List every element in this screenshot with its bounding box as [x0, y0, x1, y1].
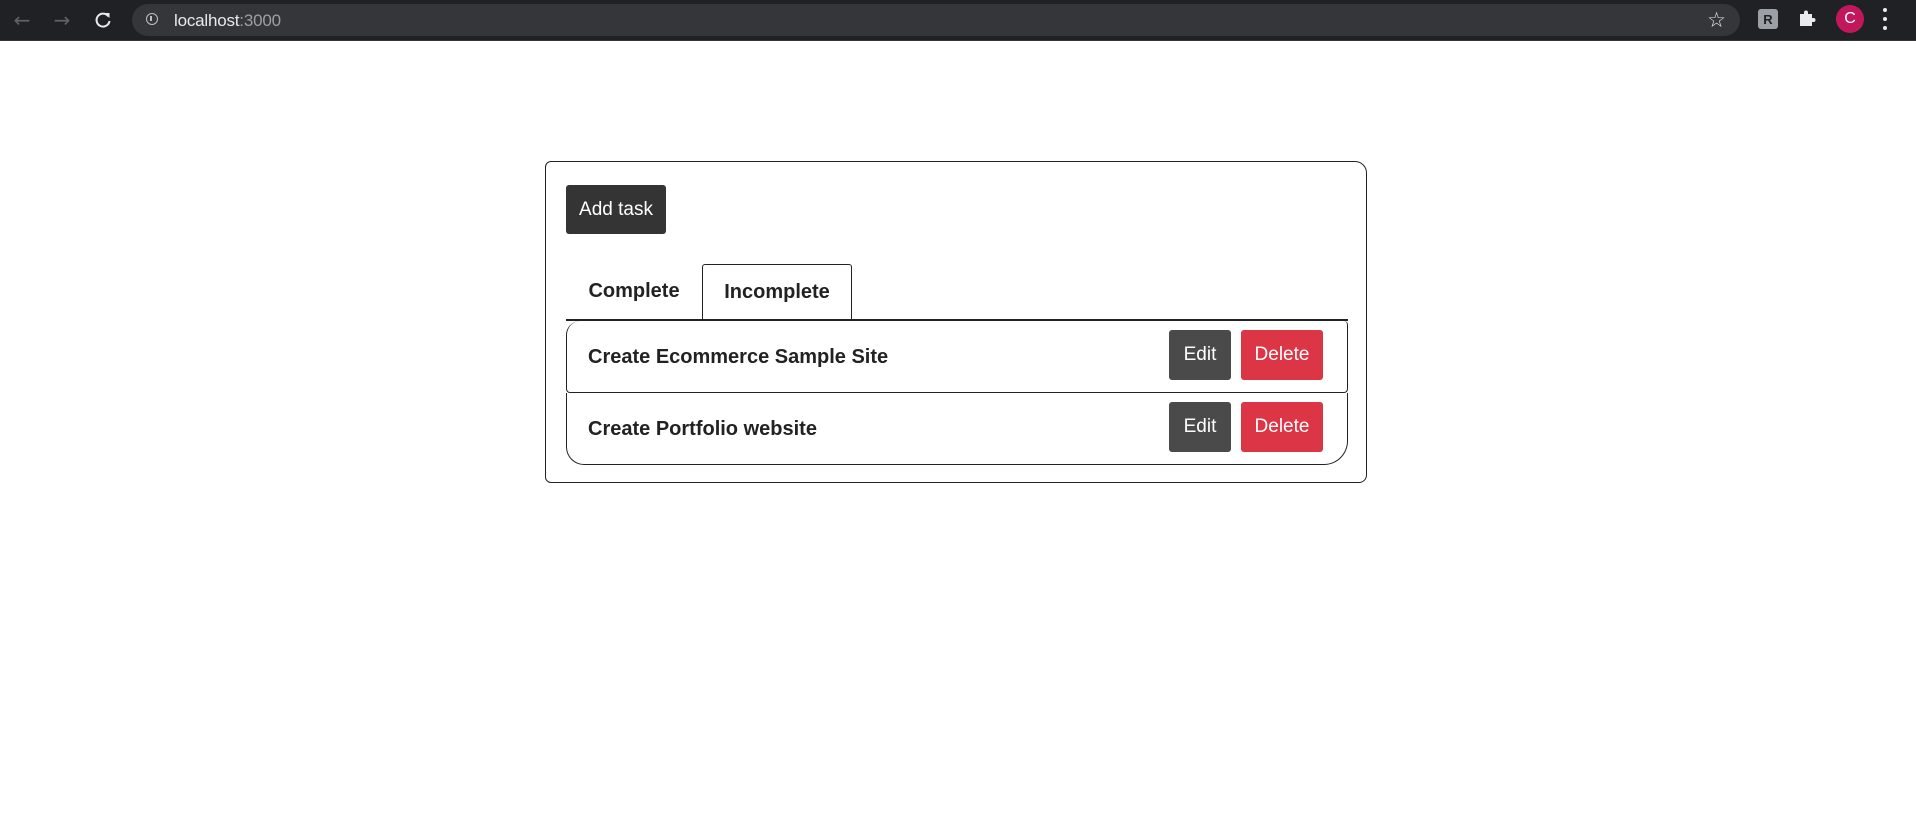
tab-incomplete[interactable]: Incomplete: [702, 264, 852, 319]
task-title: Create Portfolio website: [588, 417, 817, 440]
task-title: Create Ecommerce Sample Site: [588, 345, 889, 368]
task-list: Create Ecommerce Sample Site Edit Delete…: [566, 321, 1348, 465]
extension-icon[interactable]: R: [1758, 9, 1778, 29]
url-port: :3000: [239, 11, 281, 30]
profile-initial: C: [1844, 10, 1856, 27]
tab-complete[interactable]: Complete: [566, 264, 702, 319]
task-tabs: Complete Incomplete: [566, 264, 1348, 321]
add-task-button[interactable]: Add task: [566, 185, 666, 234]
site-info-icon[interactable]: [146, 13, 158, 25]
delete-button[interactable]: Delete: [1241, 330, 1323, 380]
todo-card: Add task Complete Incomplete Create Ecom…: [545, 161, 1367, 483]
task-item: Create Ecommerce Sample Site Edit Delete: [566, 321, 1348, 393]
puzzle-icon-svg: [1800, 10, 1816, 26]
reload-icon-svg: [95, 12, 111, 28]
edit-button[interactable]: Edit: [1169, 330, 1231, 380]
edit-button[interactable]: Edit: [1169, 402, 1231, 452]
reload-icon[interactable]: [89, 6, 117, 34]
extension-icon-label: R: [1763, 11, 1773, 27]
browser-toolbar: ← → localhost:3000 ☆ R C: [0, 0, 1916, 41]
address-bar[interactable]: localhost:3000 ☆: [132, 4, 1740, 36]
kebab-menu-icon[interactable]: [1882, 8, 1888, 30]
menu-dot: [1883, 26, 1887, 30]
forward-arrow-icon[interactable]: →: [48, 6, 76, 34]
extensions-puzzle-icon[interactable]: [1796, 7, 1818, 29]
menu-dot: [1883, 17, 1887, 21]
profile-avatar[interactable]: C: [1836, 5, 1864, 33]
url-text[interactable]: localhost:3000: [174, 11, 281, 31]
bookmark-star-icon[interactable]: ☆: [1707, 8, 1726, 32]
task-item: Create Portfolio website Edit Delete: [566, 393, 1348, 465]
back-arrow-icon[interactable]: ←: [8, 6, 36, 34]
delete-button[interactable]: Delete: [1241, 402, 1323, 452]
url-host: localhost: [174, 11, 240, 30]
menu-dot: [1883, 8, 1887, 12]
